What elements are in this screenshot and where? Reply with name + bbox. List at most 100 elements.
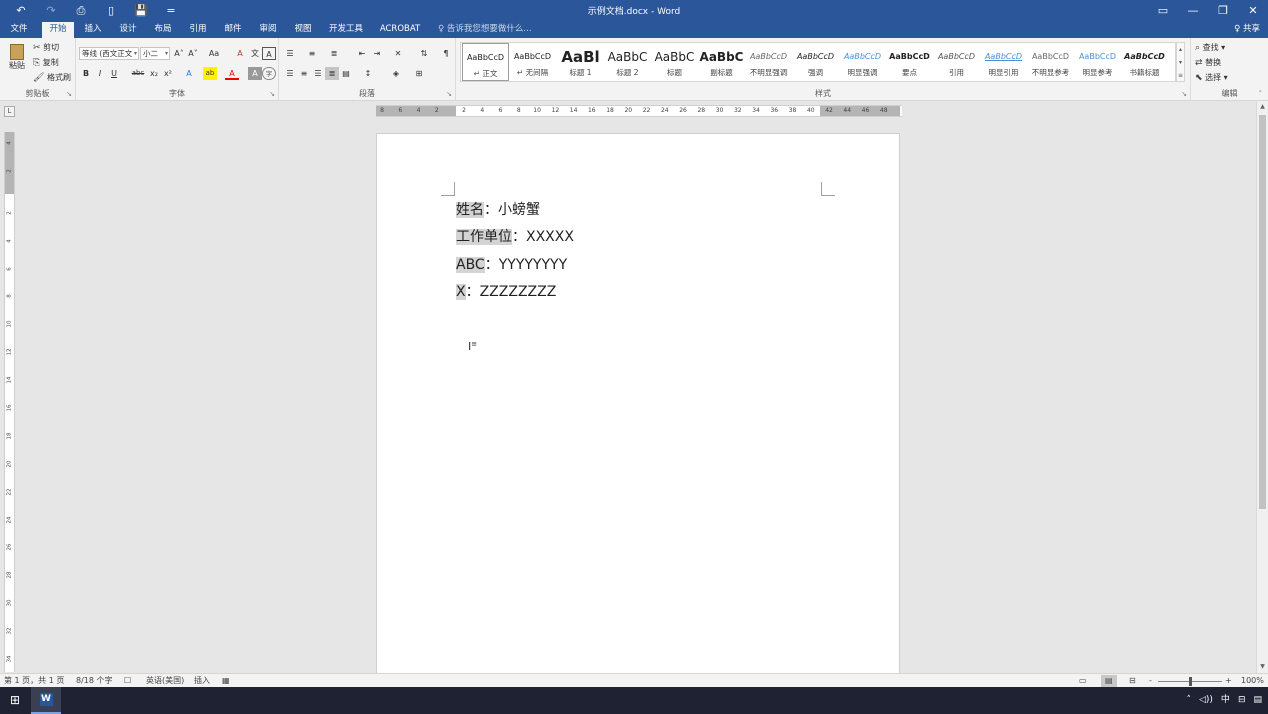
print-layout-icon[interactable]: ▤: [1101, 675, 1117, 687]
zoom-level[interactable]: 100%: [1241, 675, 1264, 687]
print-preview-icon[interactable]: ⎙: [66, 2, 96, 20]
document-line[interactable]: ABC：YYYYYYYY: [456, 255, 567, 275]
volume-icon[interactable]: ◁)): [1199, 687, 1213, 714]
styles-launcher-icon[interactable]: ↘: [1181, 90, 1187, 98]
font-name-select[interactable]: 等线 (西文正文 ▾: [79, 47, 139, 60]
close-button[interactable]: ✕: [1238, 0, 1268, 22]
page-count[interactable]: 第 1 页，共 1 页: [4, 675, 64, 687]
align-center-icon[interactable]: ≡: [297, 67, 311, 80]
style-strong[interactable]: AaBbCcD 要点: [886, 43, 933, 81]
insert-mode[interactable]: 插入: [194, 675, 210, 687]
show-formatting-marks-icon[interactable]: ¶: [439, 47, 453, 60]
document-line[interactable]: 姓名：小螃蟹: [456, 200, 540, 220]
read-mode-icon[interactable]: ▭: [1079, 675, 1087, 687]
tab-view[interactable]: 视图: [288, 22, 318, 38]
proofing-icon[interactable]: ☐: [124, 675, 131, 687]
enclose-characters-button[interactable]: 字: [262, 67, 276, 80]
borders-icon[interactable]: ⊞: [412, 67, 426, 80]
change-case-button[interactable]: Aa: [204, 47, 224, 60]
character-shading-button[interactable]: A: [248, 67, 262, 80]
restore-button[interactable]: ❐: [1208, 0, 1238, 22]
scrollbar-thumb[interactable]: [1259, 115, 1266, 509]
vertical-ruler[interactable]: 4 2 2 4 6 8 10 12 14 16 18 20 22 24 26 28 30 32 34: [4, 132, 15, 672]
cut-button[interactable]: ✂ 剪切: [33, 42, 59, 54]
tab-developer[interactable]: 开发工具: [325, 22, 367, 38]
collapse-ribbon-icon[interactable]: ˄: [1259, 90, 1263, 98]
chinese-layout-icon[interactable]: ✕: [391, 47, 405, 60]
share-button[interactable]: ♀ 共享: [1234, 22, 1260, 38]
line-spacing-icon[interactable]: ↕: [361, 67, 375, 80]
zoom-slider-thumb[interactable]: [1189, 677, 1192, 686]
italic-button[interactable]: I: [93, 67, 107, 80]
replace-button[interactable]: ⇄ 替换: [1195, 57, 1221, 69]
superscript-button[interactable]: x²: [161, 67, 175, 80]
taskbar-word-app[interactable]: W: [31, 687, 61, 714]
tab-home[interactable]: 开始: [42, 22, 74, 38]
format-painter-button[interactable]: 🖌 格式刷: [33, 72, 71, 84]
highlight-color-button[interactable]: ab: [203, 67, 217, 80]
tab-acrobat[interactable]: ACROBAT: [375, 22, 425, 38]
document-canvas[interactable]: 姓名：小螃蟹 工作单位：XXXXX ABC：YYYYYYYY X：ZZZZZZZ…: [18, 120, 1256, 673]
align-left-icon[interactable]: ☰: [283, 67, 297, 80]
zoom-in-button[interactable]: +: [1225, 675, 1232, 687]
tab-selector-icon[interactable]: L: [4, 106, 15, 117]
styles-gallery-scroll[interactable]: ▴ ▾ ≡: [1176, 42, 1185, 82]
style-subtle-emphasis[interactable]: AaBbCcD 不明显强调: [745, 43, 792, 81]
grow-font-button[interactable]: A˄: [172, 47, 186, 60]
style-intense-reference[interactable]: AaBbCcD 明显参考: [1074, 43, 1121, 81]
style-subtle-reference[interactable]: AaBbCcD 不明显参考: [1027, 43, 1074, 81]
bullets-icon[interactable]: ☰: [283, 47, 297, 60]
macro-record-icon[interactable]: ▦: [222, 675, 230, 687]
save-icon[interactable]: 💾: [126, 2, 156, 20]
font-launcher-icon[interactable]: ↘: [269, 90, 275, 98]
zoom-out-button[interactable]: -: [1149, 675, 1152, 687]
style-heading-2[interactable]: AaBbC 标题 2: [604, 43, 651, 81]
language-indicator[interactable]: 英语(美国): [146, 675, 184, 687]
style-subtitle[interactable]: AaBbC 副标题: [698, 43, 745, 81]
tab-layout[interactable]: 布局: [148, 22, 178, 38]
font-size-select[interactable]: 小二 ▾: [140, 47, 170, 60]
decrease-indent-icon[interactable]: ⇤: [355, 47, 369, 60]
shrink-font-button[interactable]: A˅: [186, 47, 200, 60]
scroll-down-icon[interactable]: ▼: [1257, 661, 1268, 673]
font-color-button[interactable]: A: [225, 67, 239, 80]
tab-design[interactable]: 设计: [113, 22, 143, 38]
style-no-spacing[interactable]: AaBbCcD ↵ 无间隔: [509, 43, 556, 81]
tab-insert[interactable]: 插入: [78, 22, 108, 38]
style-book-title[interactable]: AaBbCcD 书籍标题: [1121, 43, 1168, 81]
select-button[interactable]: ⬉ 选择 ▾: [1195, 72, 1228, 84]
ribbon-display-options-icon[interactable]: ▭: [1148, 0, 1178, 22]
text-effects-button[interactable]: A: [182, 67, 196, 80]
document-line[interactable]: 工作单位：XXXXX: [456, 227, 574, 247]
style-title[interactable]: AaBbC 标题: [651, 43, 698, 81]
shading-icon[interactable]: ◈: [389, 67, 403, 80]
phonetic-guide-button[interactable]: 文: [248, 47, 262, 60]
input-method-indicator[interactable]: 中: [1221, 687, 1230, 714]
tab-file[interactable]: 文件: [4, 22, 34, 38]
style-normal[interactable]: AaBbCcD ↵ 正文: [462, 43, 509, 81]
tab-review[interactable]: 审阅: [253, 22, 283, 38]
clipboard-launcher-icon[interactable]: ↘: [66, 90, 72, 98]
distributed-icon[interactable]: ▤: [339, 67, 353, 80]
windows-start-icon[interactable]: ⊞: [0, 687, 30, 714]
paste-button[interactable]: 粘贴: [6, 44, 28, 78]
copy-button[interactable]: ⎘ 复制: [33, 57, 59, 69]
word-count[interactable]: 8/18 个字: [76, 675, 113, 687]
horizontal-ruler[interactable]: 8 6 4 2 2 4 6 8 10 12 14 16 18 20 22 24 26 28 30 32 34 36 38 40…: [376, 105, 902, 117]
find-button[interactable]: ⌕ 查找 ▾: [1195, 42, 1225, 54]
document-page[interactable]: 姓名：小螃蟹 工作单位：XXXXX ABC：YYYYYYYY X：ZZZZZZZ…: [376, 133, 900, 673]
increase-indent-icon[interactable]: ⇥: [370, 47, 384, 60]
tab-references[interactable]: 引用: [183, 22, 213, 38]
bold-button[interactable]: B: [79, 67, 93, 80]
justify-icon[interactable]: ≣: [325, 67, 339, 80]
numbering-icon[interactable]: ≡: [305, 47, 319, 60]
keyboard-layout-icon[interactable]: ⊟: [1238, 687, 1246, 714]
paragraph-launcher-icon[interactable]: ↘: [446, 90, 452, 98]
style-intense-quote[interactable]: AaBbCcD 明显引用: [980, 43, 1027, 81]
multilevel-list-icon[interactable]: ≣: [327, 47, 341, 60]
tray-overflow-icon[interactable]: ˄: [1186, 687, 1191, 714]
style-intense-emphasis[interactable]: AaBbCcD 明显强调: [839, 43, 886, 81]
customize-qat-icon[interactable]: =: [156, 2, 186, 20]
tell-me-search[interactable]: ♀ 告诉我您想要做什么...: [438, 22, 532, 38]
undo-icon[interactable]: ↶: [6, 2, 36, 20]
